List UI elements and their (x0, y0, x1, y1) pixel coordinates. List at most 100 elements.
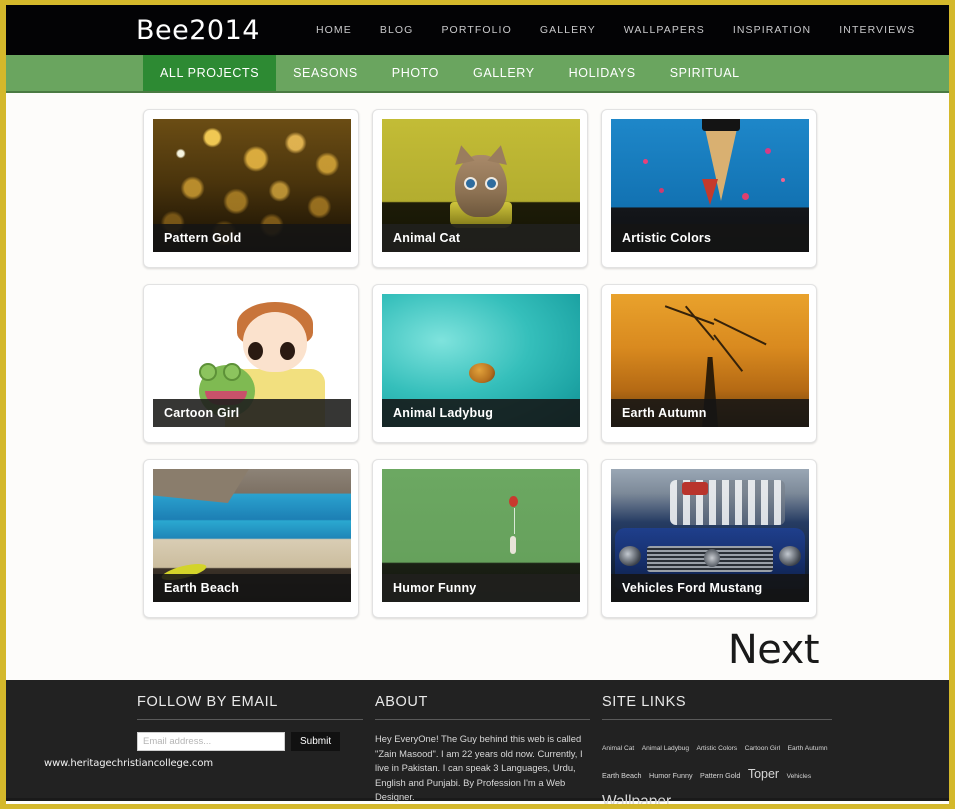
category-tab-spiritual[interactable]: SPIRITUAL (653, 55, 757, 91)
project-card-title: Animal Ladybug (382, 399, 580, 427)
project-thumbnail: Artistic Colors (611, 119, 809, 252)
top-header-bar: Bee2014 HOME BLOG PORTFOLIO GALLERY WALL… (6, 5, 949, 55)
tag-link-humor-funny[interactable]: Humor Funny (649, 771, 693, 780)
footer-about-column: ABOUT Hey EveryOne! The Guy behind this … (375, 694, 590, 802)
frog-eye-right (223, 363, 241, 381)
tag-link-animal-cat[interactable]: Animal Cat (602, 745, 634, 752)
kitten-eye-right (487, 179, 496, 189)
project-thumbnail: Animal Cat (382, 119, 580, 252)
project-card-title: Cartoon Girl (153, 399, 351, 427)
category-filter-bar: ALL PROJECTS SEASONS PHOTO GALLERY HOLID… (6, 55, 949, 93)
project-card[interactable]: Pattern Gold (143, 109, 359, 268)
site-links-heading: SITE LINKS (602, 694, 832, 720)
category-tab-gallery[interactable]: GALLERY (456, 55, 552, 91)
next-page-button[interactable]: Next (728, 630, 820, 670)
tag-link-cartoon-girl[interactable]: Cartoon Girl (745, 745, 781, 752)
about-heading: ABOUT (375, 694, 590, 720)
tag-link-artistic-colors[interactable]: Artistic Colors (696, 745, 737, 752)
project-card[interactable]: Vehicles Ford Mustang (601, 459, 817, 618)
project-card-title: Earth Beach (153, 574, 351, 602)
girl-eye-left (248, 342, 263, 360)
project-card-title: Humor Funny (382, 574, 580, 602)
tree-branch (713, 334, 744, 372)
tree-branch (713, 318, 767, 346)
paint-splatter (781, 177, 786, 182)
project-card[interactable]: Animal Ladybug (372, 284, 588, 443)
car-headlight-left (619, 546, 641, 567)
nav-item-gallery[interactable]: GALLERY (526, 18, 610, 42)
nav-item-inspiration[interactable]: INSPIRATION (719, 18, 825, 42)
project-card[interactable]: Earth Autumn (601, 284, 817, 443)
project-thumbnail: Animal Ladybug (382, 294, 580, 427)
tag-link-earth-autumn[interactable]: Earth Autumn (788, 745, 828, 752)
nav-item-interviews[interactable]: INTERVIEWS (825, 18, 929, 42)
about-description: Hey EveryOne! The Guy behind this web is… (375, 733, 583, 803)
nav-item-home[interactable]: HOME (302, 18, 366, 42)
paint-splatter (658, 188, 664, 194)
site-brand-logo[interactable]: Bee2014 (136, 15, 260, 46)
pagination-area: Next (6, 630, 949, 670)
footer-site-links-column: SITE LINKS Animal Cat Animal Ladybug Art… (602, 694, 832, 804)
project-card[interactable]: Earth Beach (143, 459, 359, 618)
pencil-lead-shape (702, 179, 718, 205)
watermark-text: www.heritagechristiancollege.com (44, 758, 213, 769)
nav-item-portfolio[interactable]: PORTFOLIO (427, 18, 525, 42)
project-thumbnail: Cartoon Girl (153, 294, 351, 427)
submit-button[interactable]: Submit (291, 732, 341, 751)
project-card-title: Vehicles Ford Mustang (611, 574, 809, 602)
tag-link-earth-beach[interactable]: Earth Beach (602, 771, 642, 780)
frog-eye-left (199, 363, 217, 381)
project-card[interactable]: Cartoon Girl (143, 284, 359, 443)
category-tab-seasons[interactable]: SEASONS (276, 55, 375, 91)
project-card-title: Pattern Gold (153, 224, 351, 252)
project-card[interactable]: Animal Cat (372, 109, 588, 268)
nav-item-wallpapers[interactable]: WALLPAPERS (610, 18, 719, 42)
nav-item-blog[interactable]: BLOG (366, 18, 428, 42)
category-tab-photo[interactable]: PHOTO (375, 55, 456, 91)
project-card-title: Artistic Colors (611, 224, 809, 252)
engine-red-part (682, 482, 709, 496)
project-card[interactable]: Artistic Colors (601, 109, 817, 268)
project-card[interactable]: Humor Funny (372, 459, 588, 618)
category-tab-all-projects[interactable]: ALL PROJECTS (143, 55, 277, 91)
project-thumbnail: Pattern Gold (153, 119, 351, 252)
kitten-ear-left (451, 143, 475, 166)
follow-by-email-heading: FOLLOW BY EMAIL (137, 694, 363, 720)
tag-link-animal-ladybug[interactable]: Animal Ladybug (642, 745, 689, 752)
paint-splatter (642, 158, 648, 164)
kitten-shape (451, 143, 511, 218)
project-thumbnail: Earth Autumn (611, 294, 809, 427)
pencil-cap-shape (702, 119, 741, 131)
project-card-title: Earth Autumn (611, 399, 809, 427)
tag-link-pattern-gold[interactable]: Pattern Gold (700, 771, 740, 780)
car-emblem-shape (704, 548, 721, 567)
tag-link-wallpaper[interactable]: Wallpaper (602, 793, 671, 804)
project-card-title: Animal Cat (382, 224, 580, 252)
paint-splatter (765, 148, 772, 155)
paint-splatter (741, 193, 749, 201)
category-tab-holidays[interactable]: HOLIDAYS (552, 55, 653, 91)
girl-eye-right (280, 342, 295, 360)
balloon-string (513, 507, 515, 534)
tag-link-vehicles[interactable]: Vehicles (787, 773, 812, 780)
project-thumbnail: Humor Funny (382, 469, 580, 602)
email-input[interactable] (137, 732, 285, 751)
project-thumbnail: Vehicles Ford Mustang (611, 469, 809, 602)
beach-rock-shape (153, 469, 249, 503)
tag-link-toper[interactable]: Toper (748, 767, 779, 781)
kitten-eye-left (466, 179, 475, 189)
kitten-ear-right (487, 143, 511, 166)
person-shape (509, 535, 516, 554)
main-content-area: Pattern Gold Animal Cat Artistic Colors … (6, 93, 949, 680)
project-thumbnail: Earth Beach (153, 469, 351, 602)
footer-follow-column: FOLLOW BY EMAIL Submit (137, 694, 363, 798)
page-frame: Bee2014 HOME BLOG PORTFOLIO GALLERY WALL… (6, 5, 949, 804)
ladybug-shape (469, 363, 496, 384)
car-headlight-right (779, 546, 801, 567)
site-footer: FOLLOW BY EMAIL Submit ABOUT Hey EveryOn… (6, 680, 949, 804)
project-grid: Pattern Gold Animal Cat Artistic Colors … (6, 109, 949, 634)
primary-navigation: HOME BLOG PORTFOLIO GALLERY WALLPAPERS I… (302, 18, 929, 42)
site-links-tag-cloud: Animal Cat Animal Ladybug Artistic Color… (602, 732, 832, 804)
email-subscribe-form: Submit (137, 732, 363, 751)
balloon-shape (508, 495, 518, 507)
